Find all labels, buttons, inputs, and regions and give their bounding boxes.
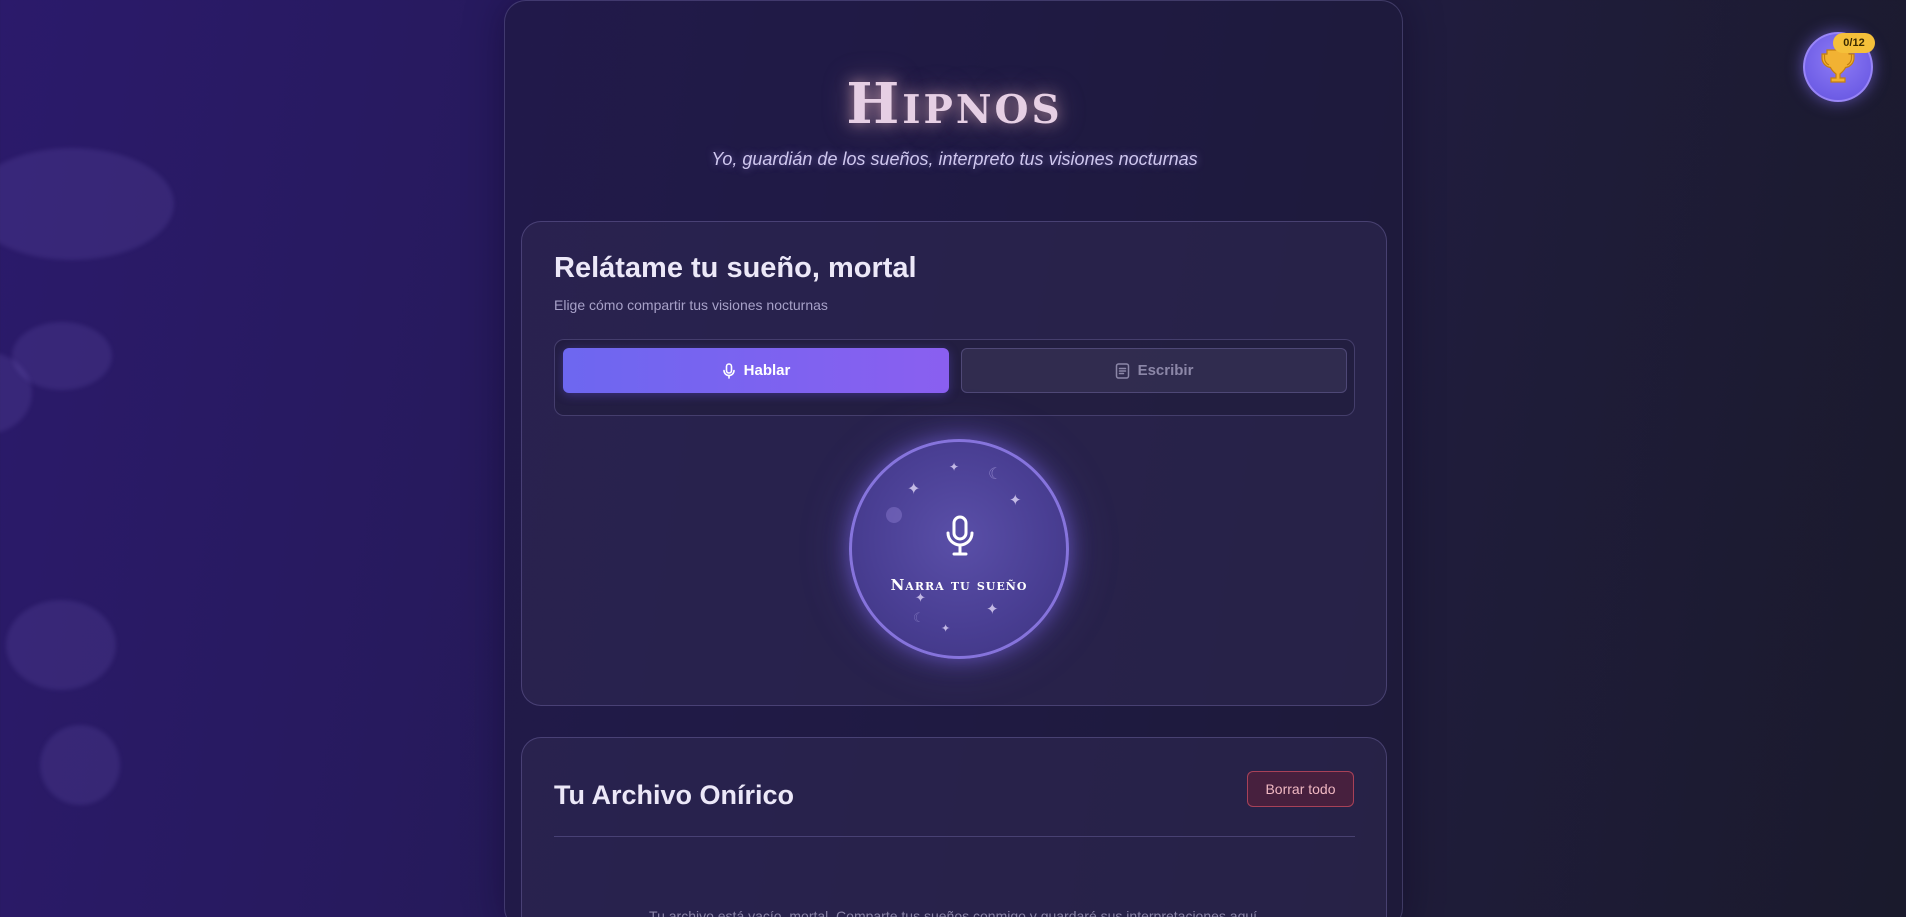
sparkle-icon: ✦ xyxy=(1009,491,1022,509)
archive-divider xyxy=(554,836,1355,837)
write-mode-label: Escribir xyxy=(1137,362,1194,379)
record-button-label: Narra tu sueño xyxy=(890,576,1028,594)
input-card-subtitle: Elige cómo compartir tus visiones noctur… xyxy=(554,297,828,313)
moon-icon: ☾ xyxy=(913,611,925,626)
clear-all-button[interactable]: Borrar todo xyxy=(1247,771,1354,807)
write-mode-button[interactable]: Escribir xyxy=(961,348,1347,393)
archive-empty-message: Tu archivo está vacío, mortal. Comparte … xyxy=(649,908,1261,917)
document-icon xyxy=(1115,362,1130,379)
dream-archive-card: Tu Archivo Onírico Borrar todo Tu archiv… xyxy=(521,737,1387,917)
archive-title: Tu Archivo Onírico xyxy=(554,780,795,810)
main-panel: Hipnos Yo, guardián de los sueños, inter… xyxy=(504,0,1403,917)
record-dream-button[interactable]: ✦ ✦ ✦ ☾ ✦ ✦ ✦ ☾ Narra tu sueño xyxy=(849,439,1069,659)
background-cloud xyxy=(40,725,120,805)
dream-input-card: Relátame tu sueño, mortal Elige cómo com… xyxy=(521,221,1387,706)
sparkle-icon: ✦ xyxy=(949,460,960,474)
speak-mode-label: Hablar xyxy=(743,362,791,379)
microphone-icon xyxy=(722,362,736,379)
app-title: Hipnos xyxy=(846,71,1063,137)
background-cloud xyxy=(6,600,116,690)
sparkle-icon: ✦ xyxy=(941,622,951,635)
background-cloud xyxy=(0,148,174,260)
input-card-title: Relátame tu sueño, mortal xyxy=(554,252,917,284)
moon-icon: ☾ xyxy=(988,464,1003,483)
input-mode-selector: Hablar Escribir xyxy=(554,339,1355,416)
sparkle-icon: ✦ xyxy=(907,479,921,498)
glow-dot xyxy=(886,507,902,523)
microphone-icon xyxy=(944,514,976,562)
sparkle-icon: ✦ xyxy=(986,600,999,618)
app-subtitle: Yo, guardián de los sueños, interpreto t… xyxy=(711,149,1198,169)
speak-mode-button[interactable]: Hablar xyxy=(563,348,949,393)
achievements-count-badge: 0/12 xyxy=(1833,33,1875,53)
